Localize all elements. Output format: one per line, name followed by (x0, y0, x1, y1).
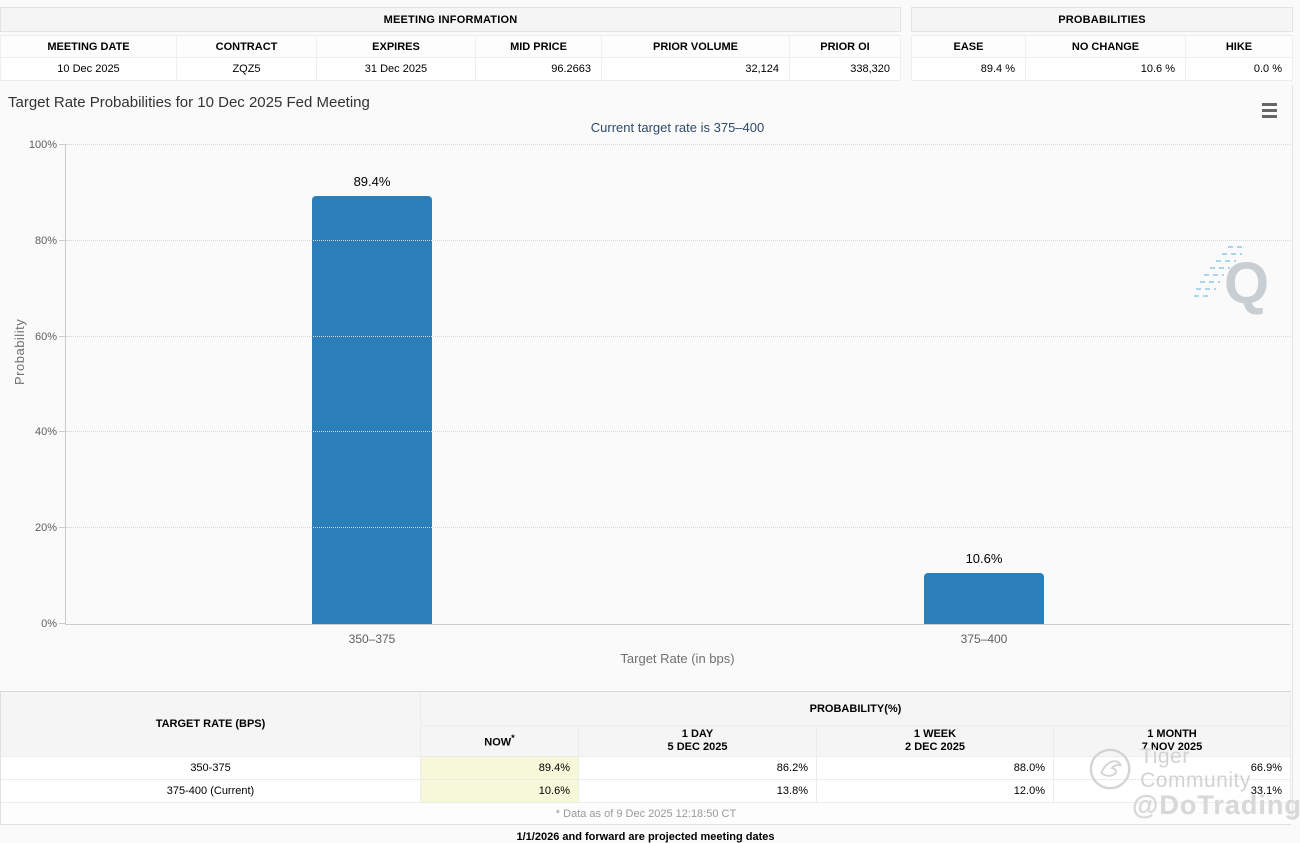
col-ease: EASE (911, 36, 1026, 57)
probability-history-table: TARGET RATE (BPS) PROBABILITY(%) NOW* 1 … (0, 691, 1291, 825)
month-375-400: 33.1% (1054, 780, 1291, 803)
rate-375-400-current: 375-400 (Current) (1, 780, 421, 803)
y-tick-label: 20% (35, 522, 57, 534)
probabilities-header-row: EASE NO CHANGE HIKE (911, 35, 1293, 58)
probability-group-header: PROBABILITY(%) (421, 692, 1291, 726)
chart-subtitle: Current target rate is 375–400 (65, 120, 1290, 135)
meeting-information-header-row: MEETING DATE CONTRACT EXPIRES MID PRICE … (0, 35, 901, 58)
hike-value: 0.0 % (1186, 58, 1293, 80)
y-tick-label: 0% (41, 618, 57, 630)
week-375-400: 12.0% (817, 780, 1054, 803)
col-prior-volume: PRIOR VOLUME (602, 36, 790, 57)
week-350-375: 88.0% (817, 757, 1054, 780)
col-now: NOW* (421, 726, 579, 757)
y-tick-label: 80% (35, 235, 57, 247)
now-350-375: 89.4% (421, 757, 579, 780)
col-1-week: 1 WEEK 2 DEC 2025 (817, 726, 1054, 757)
right-edge-divider (1292, 85, 1293, 820)
col-no-change: NO CHANGE (1026, 36, 1186, 57)
day-350-375: 86.2% (579, 757, 817, 780)
bar-375-400[interactable]: 10.6% 375–400 (924, 145, 1044, 624)
meeting-information-title: MEETING INFORMATION (0, 7, 901, 32)
day-375-400: 13.8% (579, 780, 817, 803)
chart-title: Target Rate Probabilities for 10 Dec 202… (8, 94, 370, 111)
x-tick-label: 375–400 (924, 632, 1044, 646)
meeting-date-value: 10 Dec 2025 (0, 58, 177, 80)
now-label: NOW (484, 737, 511, 749)
col-1-month: 1 MONTH 7 NOV 2025 (1054, 726, 1291, 757)
gridline-60% (66, 336, 1290, 337)
meeting-information-value-row: 10 Dec 2025 ZQZ5 31 Dec 2025 96.2663 32,… (0, 58, 901, 81)
gridline-20% (66, 527, 1290, 528)
data-as-of-footnote: * Data as of 9 Dec 2025 12:18:50 CT (1, 803, 1291, 824)
y-tickmark (59, 527, 66, 528)
y-tick-label: 100% (29, 139, 57, 151)
col-expires: EXPIRES (317, 36, 476, 57)
expires-value: 31 Dec 2025 (317, 58, 476, 80)
col-1-day: 1 DAY 5 DEC 2025 (579, 726, 817, 757)
gridline-80% (66, 240, 1290, 241)
summary-tables-row: MEETING INFORMATION MEETING DATE CONTRAC… (0, 0, 1300, 81)
y-tick-label: 60% (35, 331, 57, 343)
target-rate-bps-header: TARGET RATE (BPS) (1, 692, 421, 757)
y-tick-label: 40% (35, 426, 57, 438)
rate-350-375: 350-375 (1, 757, 421, 780)
x-axis-title: Target Rate (in bps) (65, 651, 1290, 666)
bar-350-375[interactable]: 89.4% 350–375 (312, 145, 432, 624)
bar-value-label: 89.4% (312, 174, 432, 189)
y-tickmark (59, 431, 66, 432)
now-375-400: 10.6% (421, 780, 579, 803)
y-tickmark (59, 623, 66, 624)
bar-value-label: 10.6% (924, 551, 1044, 566)
month-350-375: 66.9% (1054, 757, 1291, 780)
now-footnote-marker: * (511, 733, 515, 743)
col-meeting-date: MEETING DATE (0, 36, 177, 57)
no-change-value: 10.6 % (1026, 58, 1186, 80)
col-mid-price: MID PRICE (476, 36, 602, 57)
x-tick-label: 350–375 (312, 632, 432, 646)
y-tickmark (59, 240, 66, 241)
gridline-100% (66, 144, 1290, 145)
y-axis-title: Probability (12, 319, 27, 385)
gridline-40% (66, 431, 1290, 432)
meeting-information-table: MEETING INFORMATION MEETING DATE CONTRAC… (0, 7, 901, 81)
chart-context-menu-icon[interactable] (1257, 99, 1281, 121)
probabilities-table: PROBABILITIES EASE NO CHANGE HIKE 89.4 %… (911, 7, 1293, 81)
y-tickmark (59, 144, 66, 145)
col-hike: HIKE (1186, 36, 1293, 57)
ease-value: 89.4 % (911, 58, 1026, 80)
contract-value: ZQZ5 (177, 58, 317, 80)
y-tickmark (59, 336, 66, 337)
mid-price-value: 96.2663 (476, 58, 602, 80)
plot-area: 89.4% 350–375 10.6% 375–400 0%20%40%60%8… (65, 145, 1290, 625)
bar-rect-375-400[interactable] (924, 573, 1044, 624)
col-contract: CONTRACT (177, 36, 317, 57)
projected-meeting-dates-note: 1/1/2026 and forward are projected meeti… (0, 825, 1291, 843)
target-rate-chart: Target Rate Probabilities for 10 Dec 202… (0, 89, 1300, 691)
bar-rect-350-375[interactable] (312, 196, 432, 624)
prior-volume-value: 32,124 (602, 58, 790, 80)
probabilities-value-row: 89.4 % 10.6 % 0.0 % (911, 58, 1293, 81)
probabilities-title: PROBABILITIES (911, 7, 1293, 32)
col-prior-oi: PRIOR OI (790, 36, 901, 57)
prior-oi-value: 338,320 (790, 58, 901, 80)
